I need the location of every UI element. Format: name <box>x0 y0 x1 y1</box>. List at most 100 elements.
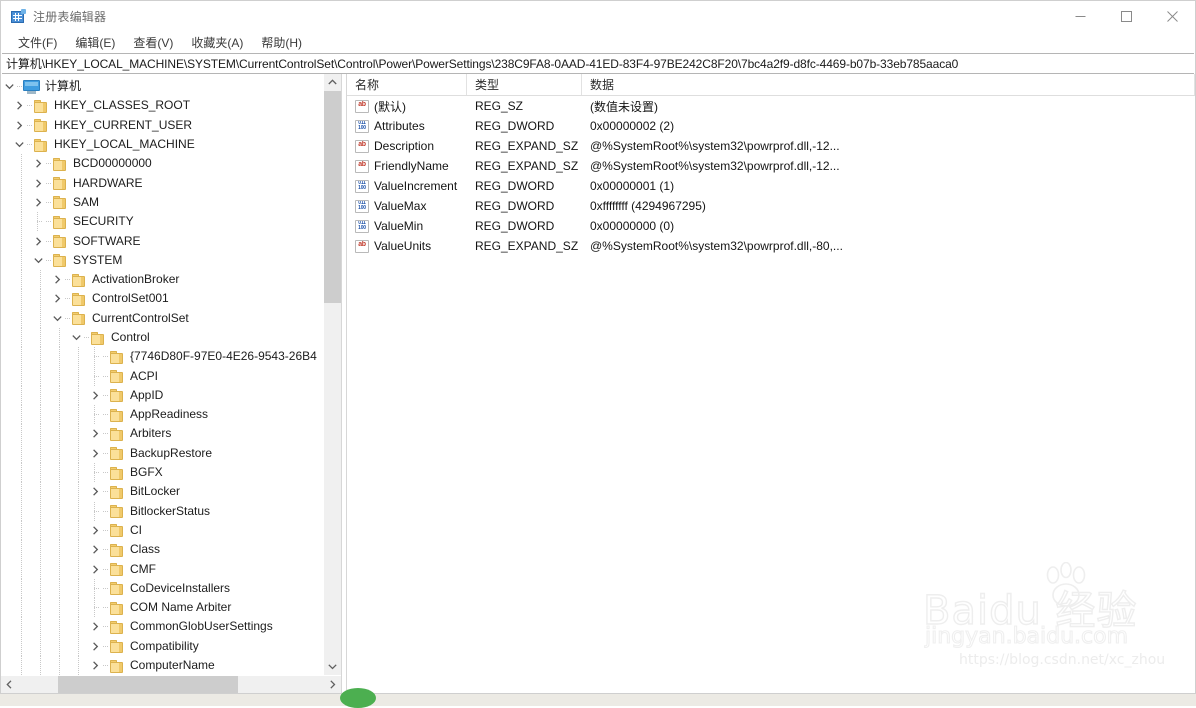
chevron-right-icon[interactable] <box>87 656 103 675</box>
value-data-cell[interactable]: @%SystemRoot%\system32\powrprof.dll,-12.… <box>582 139 1195 153</box>
tree-node-hkey-current-user[interactable]: HKEY_CURRENT_USER <box>1 116 323 135</box>
chevron-right-icon[interactable] <box>49 270 65 289</box>
tree-node-appreadiness[interactable]: AppReadiness <box>1 405 323 424</box>
tree-node-arbiters[interactable]: Arbiters <box>1 424 323 443</box>
value-name-cell[interactable]: 011100Attributes <box>347 119 467 133</box>
tree-node-acpi[interactable]: ACPI <box>1 366 323 385</box>
tree-node-class[interactable]: Class <box>1 540 323 559</box>
tree-node-hkey-local-machine[interactable]: HKEY_LOCAL_MACHINE <box>1 135 323 154</box>
value-row[interactable]: 011100ValueIncrementREG_DWORD0x00000001 … <box>347 176 1195 196</box>
tree-node-software[interactable]: SOFTWARE <box>1 231 323 250</box>
value-row[interactable]: abDescriptionREG_EXPAND_SZ@%SystemRoot%\… <box>347 136 1195 156</box>
value-row[interactable]: abFriendlyNameREG_EXPAND_SZ@%SystemRoot%… <box>347 156 1195 176</box>
tree-scroll-track[interactable] <box>324 91 341 658</box>
tree-node-compatibility[interactable]: Compatibility <box>1 637 323 656</box>
registry-tree[interactable]: 计算机HKEY_CLASSES_ROOTHKEY_CURRENT_USERHKE… <box>1 74 323 675</box>
chevron-right-icon[interactable] <box>30 193 46 212</box>
tree-horizontal-scrollbar[interactable] <box>1 675 341 693</box>
chevron-right-icon[interactable] <box>87 521 103 540</box>
chevron-down-icon[interactable] <box>11 135 27 154</box>
tree-node-codeviceinstallers[interactable]: CoDeviceInstallers <box>1 579 323 598</box>
chevron-right-icon[interactable] <box>87 482 103 501</box>
tree-node-computername[interactable]: ComputerName <box>1 656 323 675</box>
tree-vertical-scrollbar[interactable] <box>323 74 341 675</box>
value-data-cell[interactable]: @%SystemRoot%\system32\powrprof.dll,-80,… <box>582 239 1195 253</box>
value-name-cell[interactable]: 011100ValueMax <box>347 199 467 213</box>
tree-node-com-name-arbiter[interactable]: COM Name Arbiter <box>1 598 323 617</box>
chevron-down-icon[interactable] <box>1 77 17 96</box>
menu-help[interactable]: 帮助(H) <box>252 32 311 54</box>
tree-node-bitlockerstatus[interactable]: BitlockerStatus <box>1 502 323 521</box>
value-row[interactable]: 011100ValueMaxREG_DWORD0xffffffff (42949… <box>347 196 1195 216</box>
chevron-right-icon[interactable] <box>30 154 46 173</box>
tree-node-7746d80f-97e0-4e26-9543-26b4[interactable]: {7746D80F-97E0-4E26-9543-26B4 <box>1 347 323 366</box>
tree-node-commonglobusersettings[interactable]: CommonGlobUserSettings <box>1 617 323 636</box>
value-data-cell[interactable]: 0x00000000 (0) <box>582 219 1195 233</box>
chevron-right-icon[interactable] <box>87 617 103 636</box>
tree-node-ci[interactable]: CI <box>1 521 323 540</box>
tree-node-hardware[interactable]: HARDWARE <box>1 173 323 192</box>
menu-view[interactable]: 查看(V) <box>124 32 182 54</box>
taskbar-app-icon[interactable] <box>340 688 376 708</box>
close-icon[interactable] <box>1149 1 1195 32</box>
value-type-cell[interactable]: REG_DWORD <box>467 119 582 133</box>
chevron-right-icon[interactable] <box>11 116 27 135</box>
chevron-right-icon[interactable] <box>87 424 103 443</box>
chevron-right-icon[interactable] <box>11 96 27 115</box>
value-type-cell[interactable]: REG_DWORD <box>467 199 582 213</box>
tree-node-cmf[interactable]: CMF <box>1 559 323 578</box>
scroll-up-icon[interactable] <box>324 74 341 91</box>
tree-node-control[interactable]: Control <box>1 328 323 347</box>
tree-scroll-thumb[interactable] <box>324 91 341 303</box>
value-type-cell[interactable]: REG_EXPAND_SZ <box>467 139 582 153</box>
chevron-right-icon[interactable] <box>87 540 103 559</box>
value-name-cell[interactable]: abValueUnits <box>347 239 467 253</box>
tree-node-system[interactable]: SYSTEM <box>1 251 323 270</box>
value-type-cell[interactable]: REG_EXPAND_SZ <box>467 239 582 253</box>
value-data-cell[interactable]: (数值未设置) <box>582 98 1195 115</box>
value-name-cell[interactable]: abFriendlyName <box>347 159 467 173</box>
tree-node-bitlocker[interactable]: BitLocker <box>1 482 323 501</box>
tree-node-activationbroker[interactable]: ActivationBroker <box>1 270 323 289</box>
value-data-cell[interactable]: 0xffffffff (4294967295) <box>582 199 1195 213</box>
column-type[interactable]: 类型 <box>467 74 582 95</box>
chevron-right-icon[interactable] <box>87 637 103 656</box>
tree-node-security[interactable]: SECURITY <box>1 212 323 231</box>
value-data-cell[interactable]: 0x00000002 (2) <box>582 119 1195 133</box>
chevron-right-icon[interactable] <box>87 444 103 463</box>
value-type-cell[interactable]: REG_SZ <box>467 99 582 113</box>
tree-node-controlset001[interactable]: ControlSet001 <box>1 289 323 308</box>
tree-node-bgfx[interactable]: BGFX <box>1 463 323 482</box>
values-list[interactable]: ab(默认)REG_SZ(数值未设置)011100AttributesREG_D… <box>347 96 1195 693</box>
value-name-cell[interactable]: abDescription <box>347 139 467 153</box>
scroll-right-icon[interactable] <box>324 676 341 693</box>
value-row[interactable]: abValueUnitsREG_EXPAND_SZ@%SystemRoot%\s… <box>347 236 1195 256</box>
value-row[interactable]: 011100ValueMinREG_DWORD0x00000000 (0) <box>347 216 1195 236</box>
chevron-down-icon[interactable] <box>30 251 46 270</box>
tree-node-hkey-classes-root[interactable]: HKEY_CLASSES_ROOT <box>1 96 323 115</box>
chevron-right-icon[interactable] <box>30 232 46 251</box>
menu-edit[interactable]: 编辑(E) <box>66 32 124 54</box>
value-row[interactable]: 011100AttributesREG_DWORD0x00000002 (2) <box>347 116 1195 136</box>
chevron-right-icon[interactable] <box>87 560 103 579</box>
tree-node-currentcontrolset[interactable]: CurrentControlSet <box>1 309 323 328</box>
chevron-right-icon[interactable] <box>30 174 46 193</box>
value-type-cell[interactable]: REG_DWORD <box>467 179 582 193</box>
value-type-cell[interactable]: REG_DWORD <box>467 219 582 233</box>
minimize-icon[interactable] <box>1057 1 1103 32</box>
value-name-cell[interactable]: 011100ValueMin <box>347 219 467 233</box>
maximize-icon[interactable] <box>1103 1 1149 32</box>
chevron-down-icon[interactable] <box>49 309 65 328</box>
value-name-cell[interactable]: 011100ValueIncrement <box>347 179 467 193</box>
address-bar[interactable]: 计算机\HKEY_LOCAL_MACHINE\SYSTEM\CurrentCon… <box>2 53 1194 74</box>
tree-node-[interactable]: 计算机 <box>1 77 323 96</box>
scroll-left-icon[interactable] <box>1 676 18 693</box>
value-type-cell[interactable]: REG_EXPAND_SZ <box>467 159 582 173</box>
tree-node-appid[interactable]: AppID <box>1 386 323 405</box>
tree-hscroll-thumb[interactable] <box>58 676 238 693</box>
value-name-cell[interactable]: ab(默认) <box>347 98 467 115</box>
scroll-down-icon[interactable] <box>324 658 341 675</box>
tree-node-backuprestore[interactable]: BackupRestore <box>1 444 323 463</box>
tree-hscroll-track[interactable] <box>18 676 324 693</box>
value-row[interactable]: ab(默认)REG_SZ(数值未设置) <box>347 96 1195 116</box>
